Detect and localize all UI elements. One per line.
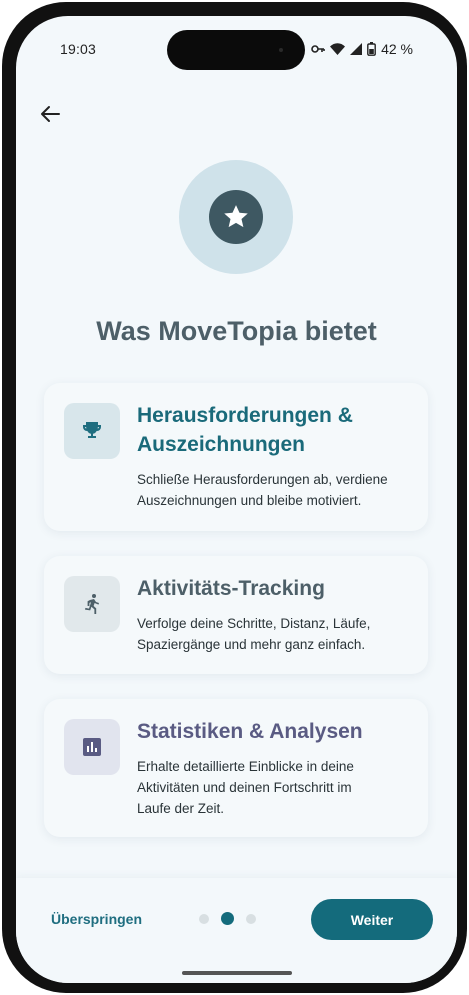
feature-desc-line: Auszeichnungen und bleibe motiviert. <box>137 493 362 508</box>
feature-icon-box <box>64 403 120 459</box>
feature-desc-line: Verfolge deine Schritte, Distanz, Läufe, <box>137 616 371 631</box>
feature-title: Aktivitäts-Tracking <box>137 577 325 600</box>
page-indicator <box>199 912 256 925</box>
camera-dot <box>279 48 283 52</box>
status-icons: 42 % <box>311 40 413 58</box>
feature-desc-line: Laufe der Zeit. <box>137 801 225 816</box>
wifi-icon <box>330 43 346 55</box>
phone-frame: 19:03 42 % Was MoveTopia bietet Herausfo… <box>2 2 467 993</box>
home-indicator[interactable] <box>182 971 292 975</box>
next-button[interactable]: Weiter <box>311 899 433 940</box>
feature-desc-line: Erhalte detaillierte Einblicke in deine <box>137 759 354 774</box>
feature-desc-line: Aktivitäten und deinen Fortschritt im <box>137 780 352 795</box>
phone-device: 19:03 42 % Was MoveTopia bietet Herausfo… <box>0 0 469 995</box>
feature-desc-line: Spaziergänge und mehr ganz einfach. <box>137 637 366 652</box>
page-dot-active[interactable] <box>221 912 234 925</box>
feature-description: Schließe Herausforderungen ab, verdiene … <box>137 469 412 511</box>
trophy-icon <box>83 422 101 438</box>
back-button[interactable] <box>36 100 64 128</box>
status-bar: 19:03 42 % <box>16 16 457 78</box>
camera-island <box>167 30 305 70</box>
star-circle-icon <box>209 190 263 244</box>
feature-card-tracking: Aktivitäts-Tracking Verfolge deine Schri… <box>44 556 428 674</box>
feature-description: Verfolge deine Schritte, Distanz, Läufe,… <box>137 613 412 655</box>
onboarding-footer: Überspringen Weiter <box>16 878 457 983</box>
feature-desc-line: Schließe Herausforderungen ab, verdiene <box>137 472 388 487</box>
skip-button[interactable]: Überspringen <box>51 911 142 927</box>
feature-card-challenges: Herausforderungen & Auszeichnungen Schli… <box>44 383 428 531</box>
feature-title-line: Herausforderungen & <box>137 404 353 427</box>
signal-icon <box>350 43 363 55</box>
status-time: 19:03 <box>60 41 97 57</box>
bar-chart-icon <box>83 738 101 756</box>
feature-icon-box <box>64 576 120 632</box>
page-dot[interactable] <box>246 913 256 924</box>
arrow-left-icon <box>41 106 60 122</box>
page-dot[interactable] <box>199 913 209 924</box>
key-icon <box>311 44 325 54</box>
page-title: Was MoveTopia bietet <box>96 316 377 346</box>
hero-badge <box>179 160 293 274</box>
app-screen: 19:03 42 % Was MoveTopia bietet Herausfo… <box>16 16 457 983</box>
battery-icon <box>367 42 376 56</box>
feature-description: Erhalte detaillierte Einblicke in deine … <box>137 756 412 819</box>
battery-percent: 42 % <box>381 41 413 57</box>
feature-icon-box <box>64 719 120 775</box>
feature-title: Herausforderungen & Auszeichnungen <box>137 401 412 459</box>
feature-title: Statistiken & Analysen <box>137 720 363 743</box>
feature-title-line: Auszeichnungen <box>137 433 306 456</box>
feature-card-statistics: Statistiken & Analysen Erhalte detaillie… <box>44 699 428 837</box>
running-person-icon <box>85 594 99 614</box>
